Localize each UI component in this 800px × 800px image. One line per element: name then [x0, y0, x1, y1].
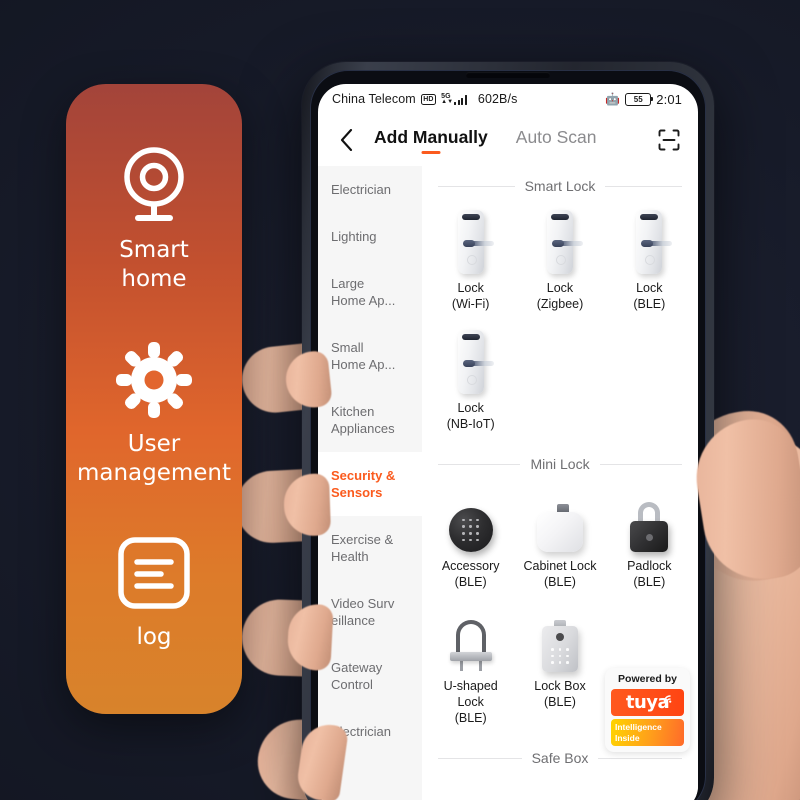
sidebar-item-video-surveillance[interactable]: Video Surv eillance — [318, 580, 422, 644]
log-document-icon — [114, 533, 194, 613]
tuya-tagline: Intelligence Inside — [611, 719, 684, 746]
sidebar-item-electrician[interactable]: Electrician — [318, 166, 422, 213]
device-label: Lock (NB-IoT) — [446, 401, 495, 431]
webcam-icon — [114, 146, 194, 226]
device-lock-zigbee[interactable]: Lock (Zigbee) — [515, 204, 604, 324]
door-lock-icon — [457, 328, 494, 394]
section-title: Safe Box — [531, 750, 589, 766]
lock-box-icon — [541, 606, 578, 672]
device-padlock-ble[interactable]: Padlock (BLE) — [605, 482, 694, 602]
app-body: Electrician Lighting Large Home Ap... Sm… — [318, 166, 698, 800]
divider — [599, 463, 683, 465]
door-lock-icon — [636, 208, 673, 274]
device-accessory-ble[interactable]: Accessory (BLE) — [426, 482, 515, 602]
sidebar-item-gateway-control[interactable]: Gateway Control — [318, 644, 422, 708]
tuya-powered-badge: Powered by tuya Intelligence Inside — [605, 668, 690, 752]
device-label: Lock (Zigbee) — [536, 281, 584, 311]
carrier-name: China Telecom — [332, 92, 416, 106]
wifi-signal-icon — [663, 695, 672, 703]
status-bar-left: China Telecom HD 5G ▲▼ 602B/s — [332, 92, 517, 106]
keypad-lock-icon — [448, 486, 493, 552]
section-title: Mini Lock — [530, 456, 590, 472]
device-lock-box-ble[interactable]: Lock Box (BLE) — [515, 602, 604, 738]
device-label: Padlock (BLE) — [627, 559, 672, 589]
device-lock-nbiot[interactable]: Lock (NB-IoT) — [426, 324, 515, 444]
device-label: Lock Box (BLE) — [534, 679, 586, 709]
feature-user-management[interactable]: User management — [77, 340, 231, 488]
chevron-left-icon — [340, 129, 352, 151]
network-speed: 602B/s — [477, 92, 518, 106]
feature-smart-home[interactable]: Smart home — [114, 146, 194, 294]
feature-log[interactable]: log — [114, 533, 194, 652]
divider — [605, 185, 682, 187]
device-list: Smart Lock Lock (Wi-Fi) Lock (Zigbee) Lo… — [422, 166, 698, 800]
sidebar-item-security-and-sensors[interactable]: Security & Sensors — [318, 452, 422, 516]
feature-panel: Smart home User management log — [66, 84, 242, 714]
clock: 2:01 — [656, 91, 682, 107]
bluetooth-icon: 🤖 — [605, 92, 621, 106]
tab-add-manually[interactable]: Add Manually — [374, 127, 488, 153]
divider — [598, 757, 683, 759]
padlock-icon — [629, 486, 669, 552]
device-label: Cabinet Lock (BLE) — [523, 559, 597, 589]
status-bar: China Telecom HD 5G ▲▼ 602B/s 🤖 55 2:01 — [318, 84, 698, 114]
sidebar-item-kitchen-appliances[interactable]: Kitchen Appliances — [318, 388, 422, 452]
hd-badge: HD — [420, 93, 437, 105]
sidebar-item-lighting[interactable]: Lighting — [318, 213, 422, 260]
battery-indicator: 55 — [625, 92, 654, 106]
scan-button[interactable] — [654, 125, 684, 155]
sidebar-item-large-home-appliances[interactable]: Large Home Ap... — [318, 260, 422, 324]
device-label: Accessory (BLE) — [441, 559, 500, 589]
feature-label: User management — [76, 430, 232, 486]
device-lock-wifi[interactable]: Lock (Wi-Fi) — [426, 204, 515, 324]
data-arrows-icon: ▲▼ — [441, 99, 454, 105]
sidebar-item-exercise-and-health[interactable]: Exercise & Health — [318, 516, 422, 580]
divider — [438, 757, 522, 759]
back-button[interactable] — [332, 126, 360, 154]
category-sidebar[interactable]: Electrician Lighting Large Home Ap... Sm… — [318, 166, 422, 800]
tab-auto-scan[interactable]: Auto Scan — [516, 127, 597, 153]
sidebar-item-small-home-appliances[interactable]: Small Home Ap... — [318, 324, 422, 388]
device-label: U-shaped Lock (BLE) — [443, 679, 498, 725]
device-cabinet-lock-ble[interactable]: Cabinet Lock (BLE) — [515, 482, 604, 602]
device-lock-ble[interactable]: Lock (BLE) — [605, 204, 694, 324]
divider — [438, 185, 515, 187]
scan-frame-icon — [658, 129, 680, 151]
screenshot-root: China Telecom HD 5G ▲▼ 602B/s 🤖 55 2:01 — [0, 0, 800, 800]
feature-label: Smart home — [119, 236, 189, 292]
door-lock-icon — [546, 208, 583, 274]
door-lock-icon — [457, 208, 494, 274]
section-header-smart-lock: Smart Lock — [426, 166, 694, 204]
device-label: Lock (Wi-Fi) — [451, 281, 490, 311]
signal-bars-icon — [454, 94, 467, 105]
earpiece-speaker — [466, 72, 550, 78]
tuya-powered-by-label: Powered by — [618, 673, 677, 685]
phone-screen: China Telecom HD 5G ▲▼ 602B/s 🤖 55 2:01 — [318, 84, 698, 800]
gear-icon — [114, 340, 194, 420]
cabinet-lock-icon — [536, 486, 583, 552]
smart-lock-grid: Lock (Wi-Fi) Lock (Zigbee) Lock (BLE) Lo… — [426, 204, 694, 444]
signal-indicator: 5G ▲▼ — [441, 93, 467, 105]
status-bar-right: 🤖 55 2:01 — [605, 92, 682, 107]
section-title: Smart Lock — [524, 178, 596, 194]
device-label: Lock (BLE) — [633, 281, 666, 311]
tuya-brand-block: tuya — [611, 689, 684, 716]
feature-label: log — [136, 624, 172, 651]
section-header-mini-lock: Mini Lock — [426, 444, 694, 482]
app-header: Add Manually Auto Scan — [318, 114, 698, 166]
device-u-shaped-lock-ble[interactable]: U-shaped Lock (BLE) — [426, 602, 515, 738]
phone-device: China Telecom HD 5G ▲▼ 602B/s 🤖 55 2:01 — [302, 62, 714, 800]
divider — [438, 463, 521, 465]
header-tabs: Add Manually Auto Scan — [374, 127, 597, 153]
u-shaped-lock-icon — [448, 606, 494, 672]
